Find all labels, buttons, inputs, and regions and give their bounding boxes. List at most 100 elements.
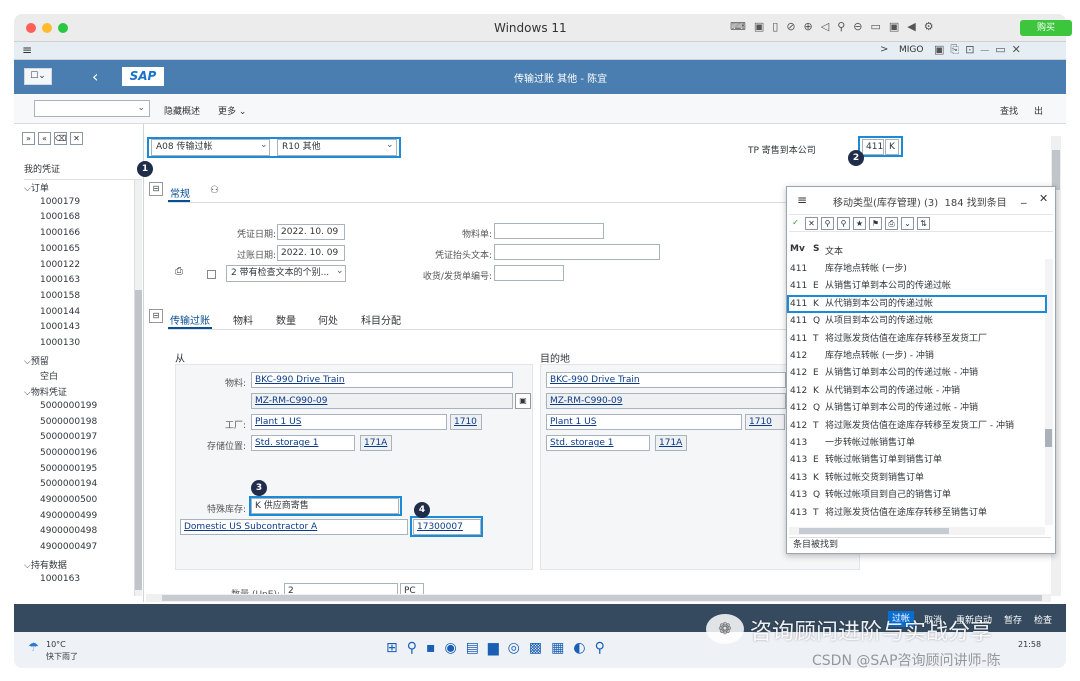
mvt-row[interactable]: 412 Q 从销售订单到本公司的传递过帐 - 冲销 [790,400,1048,417]
tab-general[interactable]: 常规 [170,185,190,200]
sap-window-icons[interactable]: ▣⎘⊡⏤▭✕ [934,43,1027,57]
nav-scroll-thumb[interactable] [135,290,142,590]
find-button[interactable]: 查找 [1000,104,1018,117]
search-next-icon[interactable]: ⚲ [837,217,850,230]
confirm-icon[interactable]: ✓ [789,217,802,230]
layout-select[interactable]: ⌄ [34,100,150,117]
tree-item[interactable]: 5000000198 [40,417,97,427]
tree-group[interactable]: ⌵持有数据 [24,558,67,571]
col-s-header[interactable]: S [813,244,819,254]
doc-date-field[interactable]: 2022. 10. 09 [277,224,345,240]
popup-hscrollbar[interactable] [789,527,1045,535]
from-sloc-field[interactable]: Std. storage 1 [251,435,355,451]
tree-item[interactable]: 空白 [40,369,58,382]
tree-item[interactable]: 5000000199 [40,401,97,411]
mvt-row[interactable]: 411 T 将过账发货估值在途库存转移至发货工厂 [790,331,1048,348]
minimize-dot[interactable] [42,23,52,33]
filter-icon[interactable]: ⚑ [869,217,882,230]
buy-button[interactable]: 购买 [1020,20,1072,36]
popup-close-icon[interactable]: ✕ [1039,192,1048,205]
tree-item[interactable]: 1000179 [40,197,80,207]
tree-item[interactable]: 1000122 [40,260,80,270]
mvt-row[interactable]: 412 E 从销售订单到本公司的传递过帐 - 冲销 [790,365,1048,382]
menu-icon[interactable]: ≡ [22,43,32,57]
print-icon[interactable]: ⎙ [885,217,898,230]
from-plant-code[interactable]: 1710 [450,414,482,430]
tree-item[interactable]: 4900000497 [40,542,97,552]
main-hscrollbar[interactable] [146,594,1051,602]
collapse-all-icon[interactable]: « [38,132,51,145]
expand-all-icon[interactable]: » [22,132,35,145]
vendor-code-field[interactable]: 17300007 [413,519,481,535]
main-vscroll-thumb[interactable] [1052,150,1060,190]
tree-item[interactable]: 1000130 [40,338,80,348]
mvt-row[interactable]: 413 Q 转帐过帐项目到自己的销售订单 [790,487,1048,504]
tree-item[interactable]: 1000168 [40,212,80,222]
special-stock-field[interactable]: K [885,139,899,155]
tab-quantity[interactable]: 数量 [276,312,296,327]
nav-scrollbar[interactable] [134,180,142,596]
tree-item[interactable]: 5000000195 [40,464,97,474]
col-mv-header[interactable]: Mv [790,244,805,254]
to-plant-field[interactable]: Plant 1 US [546,414,742,430]
to-material-field[interactable]: BKC-990 Drive Train [546,372,786,388]
chevron-right-icon[interactable]: > [880,44,888,55]
cancel-icon[interactable]: ✕ [805,217,818,230]
mvt-row[interactable]: 411 库存地点转帐 (一步) [790,261,1048,278]
popup-hscroll-thumb[interactable] [799,528,949,534]
tree-item[interactable]: 4900000498 [40,526,97,536]
delete-icon[interactable]: ⌫ [54,132,67,145]
mvt-row[interactable]: 413 一步转帐过帐销售订单 [790,435,1048,452]
mvt-row[interactable]: 412 库存地点转帐 (一步) - 冲销 [790,348,1048,365]
popup-menu-icon[interactable]: ≡ [797,193,807,207]
reference-select[interactable]: R10 其他 [277,139,397,156]
tcode-field[interactable]: MIGO [899,45,923,55]
print-option-select[interactable]: 2 带有检查文本的个别... [226,265,346,282]
from-sloc-code[interactable]: 171A [360,435,392,451]
mvt-row[interactable]: 413 K 转帐过帐交货到销售订单 [790,470,1048,487]
transaction-select[interactable]: A08 传输过帐 [151,139,270,156]
tree-group[interactable]: ⌵订单 [24,181,49,194]
tab-where[interactable]: 何处 [318,312,338,327]
tree-item[interactable]: 1000166 [40,228,80,238]
check-button[interactable]: 检查 [1034,613,1052,626]
tree-item[interactable]: 5000000196 [40,448,97,458]
print-checkbox[interactable] [207,270,216,279]
hold-button[interactable]: 暂存 [1004,613,1022,626]
main-hscroll-thumb[interactable] [162,595,1042,601]
to-sloc-code[interactable]: 171A [655,435,687,451]
close-icon[interactable]: ✕ [70,132,83,145]
search-icon[interactable]: ⚲ [821,217,834,230]
popup-minimize-icon[interactable]: _ [1021,191,1027,204]
tree-group[interactable]: ⌵预留 [24,354,49,367]
item-collapse-icon[interactable]: ⊟ [149,309,163,323]
tree-item[interactable]: 1000163 [40,275,80,285]
tree-item[interactable]: 4900000499 [40,511,97,521]
tree-item[interactable]: 1000144 [40,307,80,317]
tab-transfer-post[interactable]: 传输过账 [170,312,210,327]
tree-group[interactable]: ⌵物料凭证 [24,385,67,398]
header-collapse-icon[interactable]: ⊟ [149,182,163,196]
tree-item[interactable]: 1000143 [40,322,80,332]
bookmark-icon[interactable]: ★ [853,217,866,230]
tree-item[interactable]: 1000165 [40,244,80,254]
printer-icon[interactable]: ⎙ [175,266,183,277]
mvt-row[interactable]: 411 K 从代销到本公司的传递过帐 [790,296,1048,313]
tree-item[interactable]: 5000000194 [40,479,97,489]
from-special-stock-field[interactable]: K 供应商寄售 [251,498,399,514]
mvt-row[interactable]: 413 T 将过账发货估值在途库存转移至销售订单 [790,505,1048,522]
col-text-header[interactable]: 文本 [825,244,843,257]
zoom-dot[interactable] [58,23,68,33]
mvt-row[interactable]: 411 Q 从项目到本公司的传递过帐 [790,313,1048,330]
mvt-type-field[interactable]: 411 [862,139,884,155]
hide-overview-button[interactable]: 隐藏概述 [164,104,200,117]
mvt-row[interactable]: 412 T 将过账发货估值在途库存转移至发货工厂 - 冲销 [790,418,1048,435]
menu-button[interactable]: ☐⌄ [24,68,52,85]
header-text-field[interactable] [494,244,660,260]
from-plant-field[interactable]: Plant 1 US [251,414,447,430]
sort-icon[interactable]: ⇅ [917,217,930,230]
expand-icon[interactable]: ⌄ [901,217,914,230]
tab-material[interactable]: 物料 [233,312,253,327]
mvt-row[interactable]: 411 E 从销售订单到本公司的传递过帐 [790,278,1048,295]
vendor-name-field[interactable]: Domestic US Subcontractor A [180,519,408,535]
